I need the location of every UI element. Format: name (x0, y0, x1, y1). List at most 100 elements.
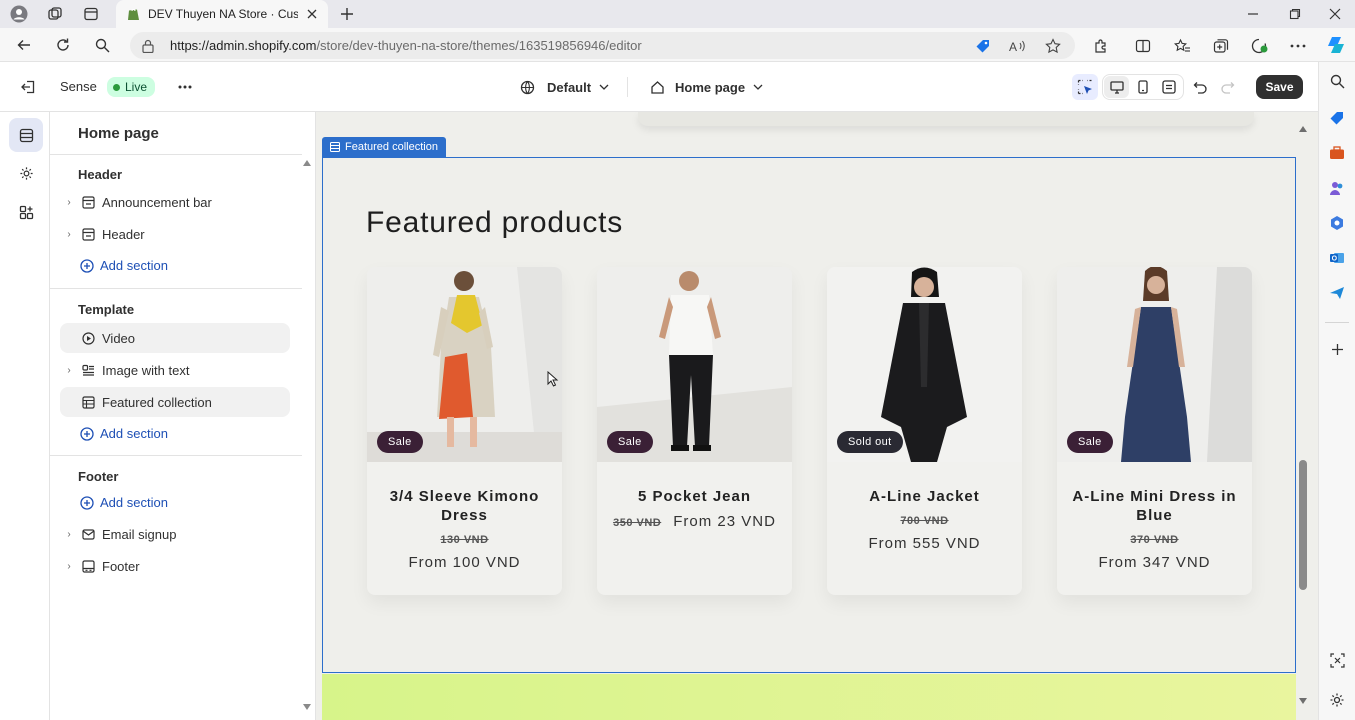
undo-icon[interactable] (1190, 77, 1210, 97)
topbar-divider (627, 77, 628, 97)
tools-icon[interactable] (1328, 144, 1346, 162)
inspector-icon[interactable] (1072, 74, 1098, 100)
sections-panel: Home page Header › Announcement bar › He… (50, 112, 316, 720)
redo-icon[interactable] (1218, 77, 1238, 97)
fullscreen-view-icon[interactable] (1156, 76, 1181, 98)
more-actions-icon[interactable] (174, 77, 196, 97)
send-icon[interactable] (1328, 284, 1346, 302)
browser-tab[interactable]: DEV Thuyen NA Store · Customiz (116, 0, 328, 28)
product-title[interactable]: A-Line Jacket (835, 487, 1014, 506)
shopping-tag-icon[interactable] (973, 36, 993, 56)
section-item-featured-collection[interactable]: Featured collection (60, 387, 290, 417)
sidebar-search-icon[interactable] (1328, 72, 1346, 90)
exit-icon[interactable] (18, 77, 38, 97)
product-card[interactable]: Sale A-Line Mini Dress in Blue 370 VND F… (1057, 267, 1252, 595)
theme-setting-label: Default (547, 79, 592, 95)
back-icon[interactable] (14, 35, 34, 55)
scroll-up-arrow-icon[interactable] (302, 158, 312, 168)
screenshot-icon[interactable] (1328, 651, 1346, 669)
editor-topbar: Sense Live Default Home page Save (0, 62, 1318, 112)
add-section-button-header[interactable]: Add section (80, 258, 168, 273)
split-screen-icon[interactable] (1133, 36, 1153, 56)
theme-settings-icon[interactable] (9, 156, 43, 190)
copilot-icon[interactable] (1325, 34, 1347, 56)
favorites-icon[interactable] (1172, 36, 1192, 56)
scroll-up-arrow-icon[interactable] (1298, 124, 1308, 134)
section-item-image-with-text[interactable]: › Image with text (60, 355, 290, 385)
product-title[interactable]: A-Line Mini Dress in Blue (1065, 487, 1244, 525)
preview-scrollbar-thumb[interactable] (1299, 460, 1307, 590)
chevron-right-icon[interactable]: › (60, 561, 78, 572)
tab-actions-icon[interactable] (80, 4, 102, 24)
refresh-icon[interactable] (53, 35, 73, 55)
outlook-icon[interactable]: O (1328, 249, 1346, 267)
url-field[interactable]: https://admin.shopify.com/store/dev-thuy… (130, 32, 1075, 59)
chevron-down-icon (753, 84, 763, 90)
collection-icon (330, 142, 340, 152)
section-item-email-signup[interactable]: › Email signup (60, 519, 290, 549)
chevron-right-icon[interactable]: › (60, 365, 78, 376)
chevron-right-icon[interactable]: › (60, 529, 78, 540)
product-card[interactable]: Sale 5 Pocket Jean 350 VND From 23 VND (597, 267, 792, 595)
profile-icon[interactable] (8, 4, 30, 24)
sale-badge: Sale (607, 431, 653, 453)
play-icon (78, 331, 98, 345)
section-item-video[interactable]: Video (60, 323, 290, 353)
restore-icon[interactable] (1285, 4, 1305, 24)
games-icon[interactable] (1328, 179, 1346, 197)
mobile-view-icon[interactable] (1130, 76, 1155, 98)
svg-text:O: O (1332, 256, 1338, 263)
add-section-button-footer[interactable]: Add section (80, 495, 168, 510)
workspaces-icon[interactable] (44, 4, 66, 24)
section-label-tag[interactable]: Featured collection (322, 137, 446, 157)
browser-essentials-icon[interactable] (1250, 36, 1270, 56)
favorite-star-icon[interactable] (1043, 36, 1063, 56)
sale-badge: Sale (1067, 431, 1113, 453)
section-icon (78, 227, 98, 241)
close-tab-icon[interactable] (304, 6, 320, 22)
apps-icon[interactable] (9, 195, 43, 229)
scroll-down-arrow-icon[interactable] (1298, 696, 1308, 706)
plus-circle-icon (80, 258, 94, 273)
add-section-button-template[interactable]: Add section (80, 426, 168, 441)
editor-icon-rail (0, 112, 50, 720)
more-options-icon[interactable] (1288, 36, 1308, 56)
section-item-header[interactable]: › Header (60, 219, 290, 249)
read-aloud-icon[interactable]: A (1008, 36, 1028, 56)
product-card[interactable]: Sold out A-Line Jacket 700 VND From 555 … (827, 267, 1022, 595)
chevron-right-icon[interactable]: › (60, 197, 78, 208)
sidebar-settings-icon[interactable] (1328, 691, 1346, 709)
product-title[interactable]: 5 Pocket Jean (605, 487, 784, 506)
page-select[interactable]: Home page (650, 76, 763, 98)
desktop-view-icon[interactable] (1104, 76, 1129, 98)
collection-icon (78, 395, 98, 409)
chevron-right-icon[interactable]: › (60, 229, 78, 240)
product-card[interactable]: Sale 3/4 Sleeve Kimono Dress 130 VND Fro… (367, 267, 562, 595)
compare-price: 370 VND (1130, 534, 1179, 546)
new-tab-icon[interactable] (337, 4, 357, 24)
lock-icon[interactable] (140, 38, 156, 54)
sections-icon[interactable] (9, 118, 43, 152)
product-title[interactable]: 3/4 Sleeve Kimono Dress (375, 487, 554, 525)
sidebar-divider (1325, 322, 1349, 323)
extensions-icon[interactable] (1091, 36, 1111, 56)
image-text-icon (78, 364, 98, 377)
search-icon[interactable] (92, 35, 112, 55)
save-button[interactable]: Save (1256, 75, 1303, 99)
theme-setting-select[interactable]: Default (520, 76, 609, 98)
section-item-announcement-bar[interactable]: › Announcement bar (60, 187, 290, 217)
panel-divider (50, 154, 302, 155)
scroll-down-arrow-icon[interactable] (302, 702, 312, 712)
close-window-icon[interactable] (1325, 4, 1345, 24)
minimize-icon[interactable] (1243, 4, 1263, 24)
product-info: A-Line Mini Dress in Blue 370 VND From 3… (1065, 487, 1244, 572)
section-item-footer[interactable]: › Footer (60, 551, 290, 581)
shopping-icon[interactable] (1328, 109, 1346, 127)
compare-price: 130 VND (440, 534, 489, 546)
group-footer-title: Footer (78, 469, 119, 484)
section-item-label: Video (102, 330, 136, 346)
collections-icon[interactable] (1211, 36, 1231, 56)
plus-circle-icon (80, 426, 94, 441)
add-app-icon[interactable] (1328, 340, 1346, 358)
office-icon[interactable] (1328, 214, 1346, 232)
